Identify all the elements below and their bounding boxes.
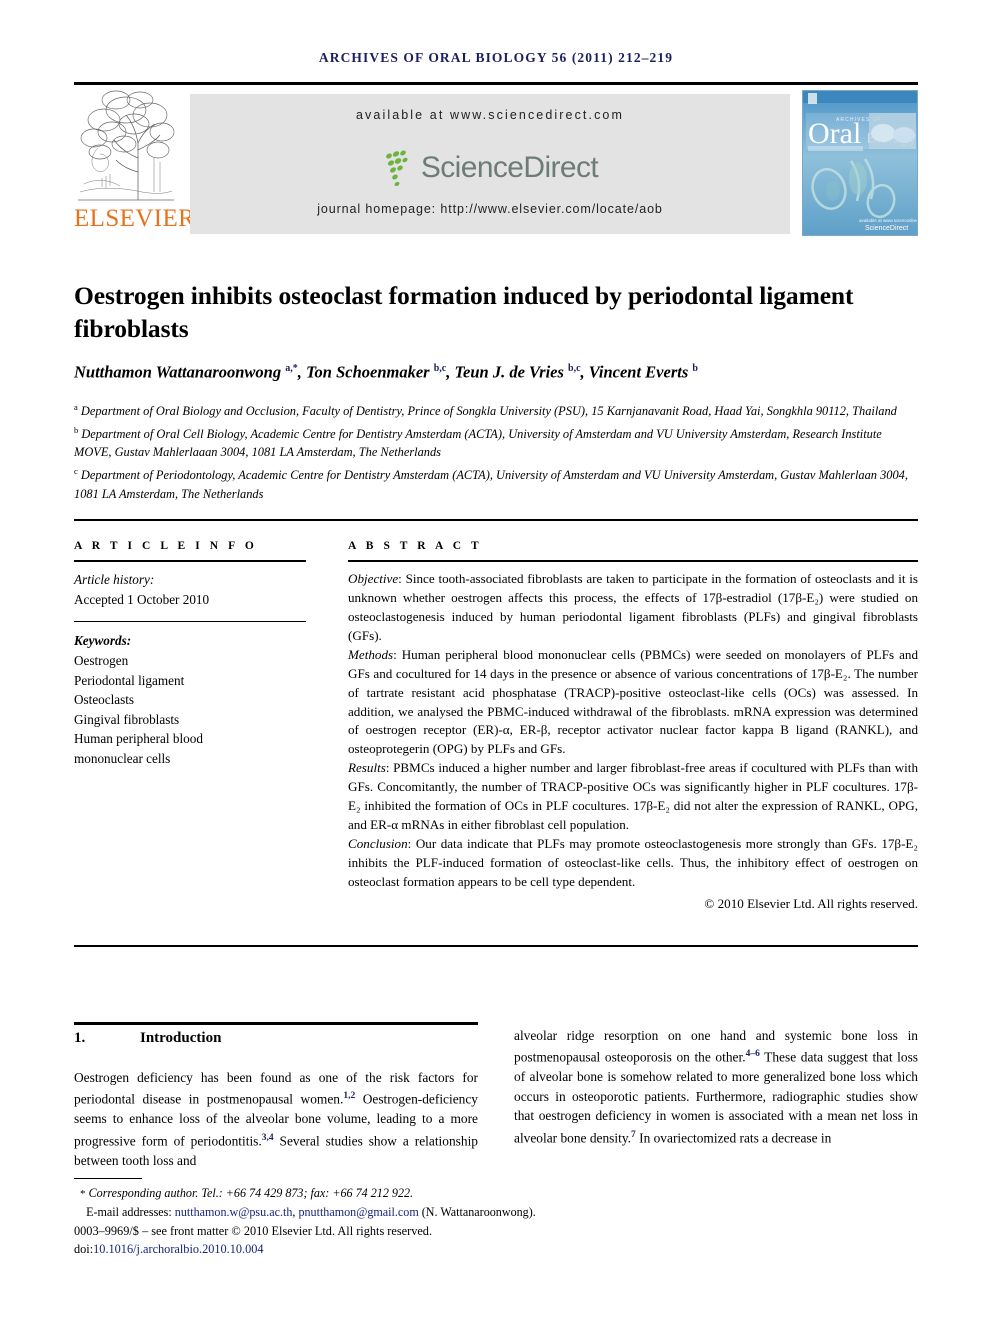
- header-rule: [74, 82, 918, 85]
- abstract-bottom-rule: [74, 945, 918, 948]
- keyword-item: Osteoclasts: [74, 692, 135, 708]
- section-title: Introduction: [140, 1030, 222, 1046]
- asterisk-icon: *: [80, 1188, 86, 1200]
- svg-text:available at www.sciencedirect: available at www.sciencedirect.com: [859, 218, 918, 223]
- section-rule: [74, 1022, 478, 1025]
- masthead: ELSEVIER available at www.sciencedirect.…: [74, 88, 918, 240]
- intro-paragraph-right: alveolar ridge resorption on one hand an…: [514, 1028, 918, 1145]
- abstract-results-label: Results: [348, 760, 386, 776]
- author-list: Nutthamon Wattanaroonwong a,*, Ton Schoe…: [74, 362, 698, 382]
- elsevier-wordmark: ELSEVIER: [74, 205, 196, 232]
- abstract-divider: [348, 560, 918, 563]
- issn-copyright-line: 0003–9969/$ – see front matter © 2010 El…: [74, 1224, 433, 1238]
- abstract-results-text: : PBMCs induced a higher number and larg…: [348, 760, 918, 832]
- keyword-item: Gingival fibroblasts: [74, 711, 180, 727]
- article-title: Oestrogen inhibits osteoclast formation …: [74, 281, 854, 344]
- abstract-objective: Objective: Since tooth-associated fibrob…: [348, 570, 918, 646]
- footnote-rule: [74, 1178, 142, 1180]
- intro-paragraph-left: Oestrogen deficiency has been found as o…: [74, 1070, 478, 1168]
- abstract-methods: Methods: Human peripheral blood mononucl…: [348, 646, 918, 759]
- doi-line: doi:10.1016/j.archoralbio.2010.10.004: [74, 1240, 774, 1258]
- email-line: E-mail addresses: nutthamon.w@psu.ac.th,…: [74, 1203, 774, 1221]
- journal-cover-art: ARCHIVES OF Oral Biology available at ww…: [803, 91, 918, 235]
- abstract-conclusion: Conclusion: Our data indicate that PLFs …: [348, 835, 918, 892]
- doi-link[interactable]: 10.1016/j.archoralbio.2010.10.004: [93, 1242, 263, 1256]
- corresponding-author-line: * Corresponding author. Tel.: +66 74 429…: [74, 1184, 774, 1203]
- sciencedirect-wordmark: ScienceDirect: [420, 151, 599, 184]
- abstract-body: Objective: Since tooth-associated fibrob…: [348, 570, 918, 912]
- journal-article-page: ARCHIVES OF ORAL BIOLOGY 56 (2011) 212–2…: [0, 0, 992, 1323]
- email-link-secondary[interactable]: pnutthamon@gmail.com: [298, 1205, 418, 1219]
- article-info-heading: A R T I C L E I N F O: [74, 540, 258, 552]
- abstract-results: Results: PBMCs induced a higher number a…: [348, 759, 918, 835]
- affiliation-item: b Department of Oral Cell Biology, Acade…: [74, 424, 882, 460]
- keywords-divider: [74, 621, 306, 623]
- affiliation-item: a Department of Oral Biology and Occlusi…: [74, 402, 897, 419]
- sciencedirect-banner: available at www.sciencedirect.com Scien…: [190, 94, 790, 234]
- abstract-methods-text: : Human peripheral blood mononuclear cel…: [348, 646, 918, 757]
- svg-text:Oral: Oral: [808, 117, 861, 150]
- corresponding-author-text: Corresponding author. Tel.: +66 74 429 8…: [88, 1186, 414, 1200]
- abstract-objective-text: : Since tooth-associated fibroblasts are…: [348, 571, 918, 643]
- elsevier-tree-icon: [78, 90, 175, 201]
- keyword-item: Periodontal ligament: [74, 672, 185, 688]
- sciencedirect-leaf-icon: [385, 150, 408, 186]
- keyword-item: Human peripheral blood: [74, 731, 203, 747]
- abstract-methods-label: Methods: [348, 646, 394, 662]
- section-number: 1.: [74, 1030, 86, 1046]
- article-info-divider: [74, 560, 306, 563]
- svg-text:ScienceDirect: ScienceDirect: [865, 225, 908, 232]
- article-info-panel: A R T I C L E I N F O Article history: A…: [74, 540, 306, 769]
- elsevier-logo: ELSEVIER: [74, 88, 196, 240]
- abstract-heading: A B S T R A C T: [348, 540, 483, 552]
- sciencedirect-logo: ScienceDirect: [190, 146, 790, 190]
- email-owner: (N. Wattanaroonwong).: [418, 1205, 536, 1220]
- intro-column-right: alveolar ridge resorption on one hand an…: [514, 1026, 918, 1147]
- abstract-conclusion-label: Conclusion: [348, 835, 408, 851]
- journal-homepage-text: journal homepage: http://www.elsevier.co…: [317, 202, 663, 216]
- footnote-block: * Corresponding author. Tel.: +66 74 429…: [74, 1184, 774, 1221]
- footer-meta: 0003–9969/$ – see front matter © 2010 El…: [74, 1222, 774, 1259]
- email-addresses-label: E-mail addresses:: [86, 1205, 172, 1220]
- abstract-panel: A B S T R A C T Objective: Since tooth-a…: [348, 540, 918, 913]
- email-link-primary[interactable]: nutthamon.w@psu.ac.th: [175, 1205, 293, 1219]
- abstract-conclusion-text: : Our data indicate that PLFs may promot…: [348, 835, 918, 889]
- abstract-copyright: © 2010 Elsevier Ltd. All rights reserved…: [704, 895, 918, 911]
- abstract-top-rule: [74, 519, 918, 521]
- abstract-objective-label: Objective: [348, 571, 399, 587]
- intro-column-left: Oestrogen deficiency has been found as o…: [74, 1068, 478, 1170]
- keyword-item: Oestrogen: [74, 653, 129, 669]
- affiliation-item: c Department of Periodontology, Academic…: [74, 466, 908, 501]
- journal-cover-thumbnail: ARCHIVES OF Oral Biology available at ww…: [802, 90, 918, 236]
- doi-label: doi:: [74, 1242, 94, 1257]
- article-history-value: Accepted 1 October 2010: [74, 591, 210, 607]
- running-head: ARCHIVES OF ORAL BIOLOGY 56 (2011) 212–2…: [318, 50, 674, 65]
- keyword-item: mononuclear cells: [74, 751, 171, 767]
- affiliations: a Department of Oral Biology and Occlusi…: [74, 398, 922, 503]
- article-history-label: Article history:: [74, 572, 155, 588]
- available-at-text: available at www.sciencedirect.com: [355, 108, 624, 122]
- keywords-label: Keywords:: [74, 633, 132, 649]
- article-history: Article history: Accepted 1 October 2010: [74, 570, 306, 609]
- keywords-list: Keywords: Oestrogen Periodontal ligament…: [74, 631, 306, 768]
